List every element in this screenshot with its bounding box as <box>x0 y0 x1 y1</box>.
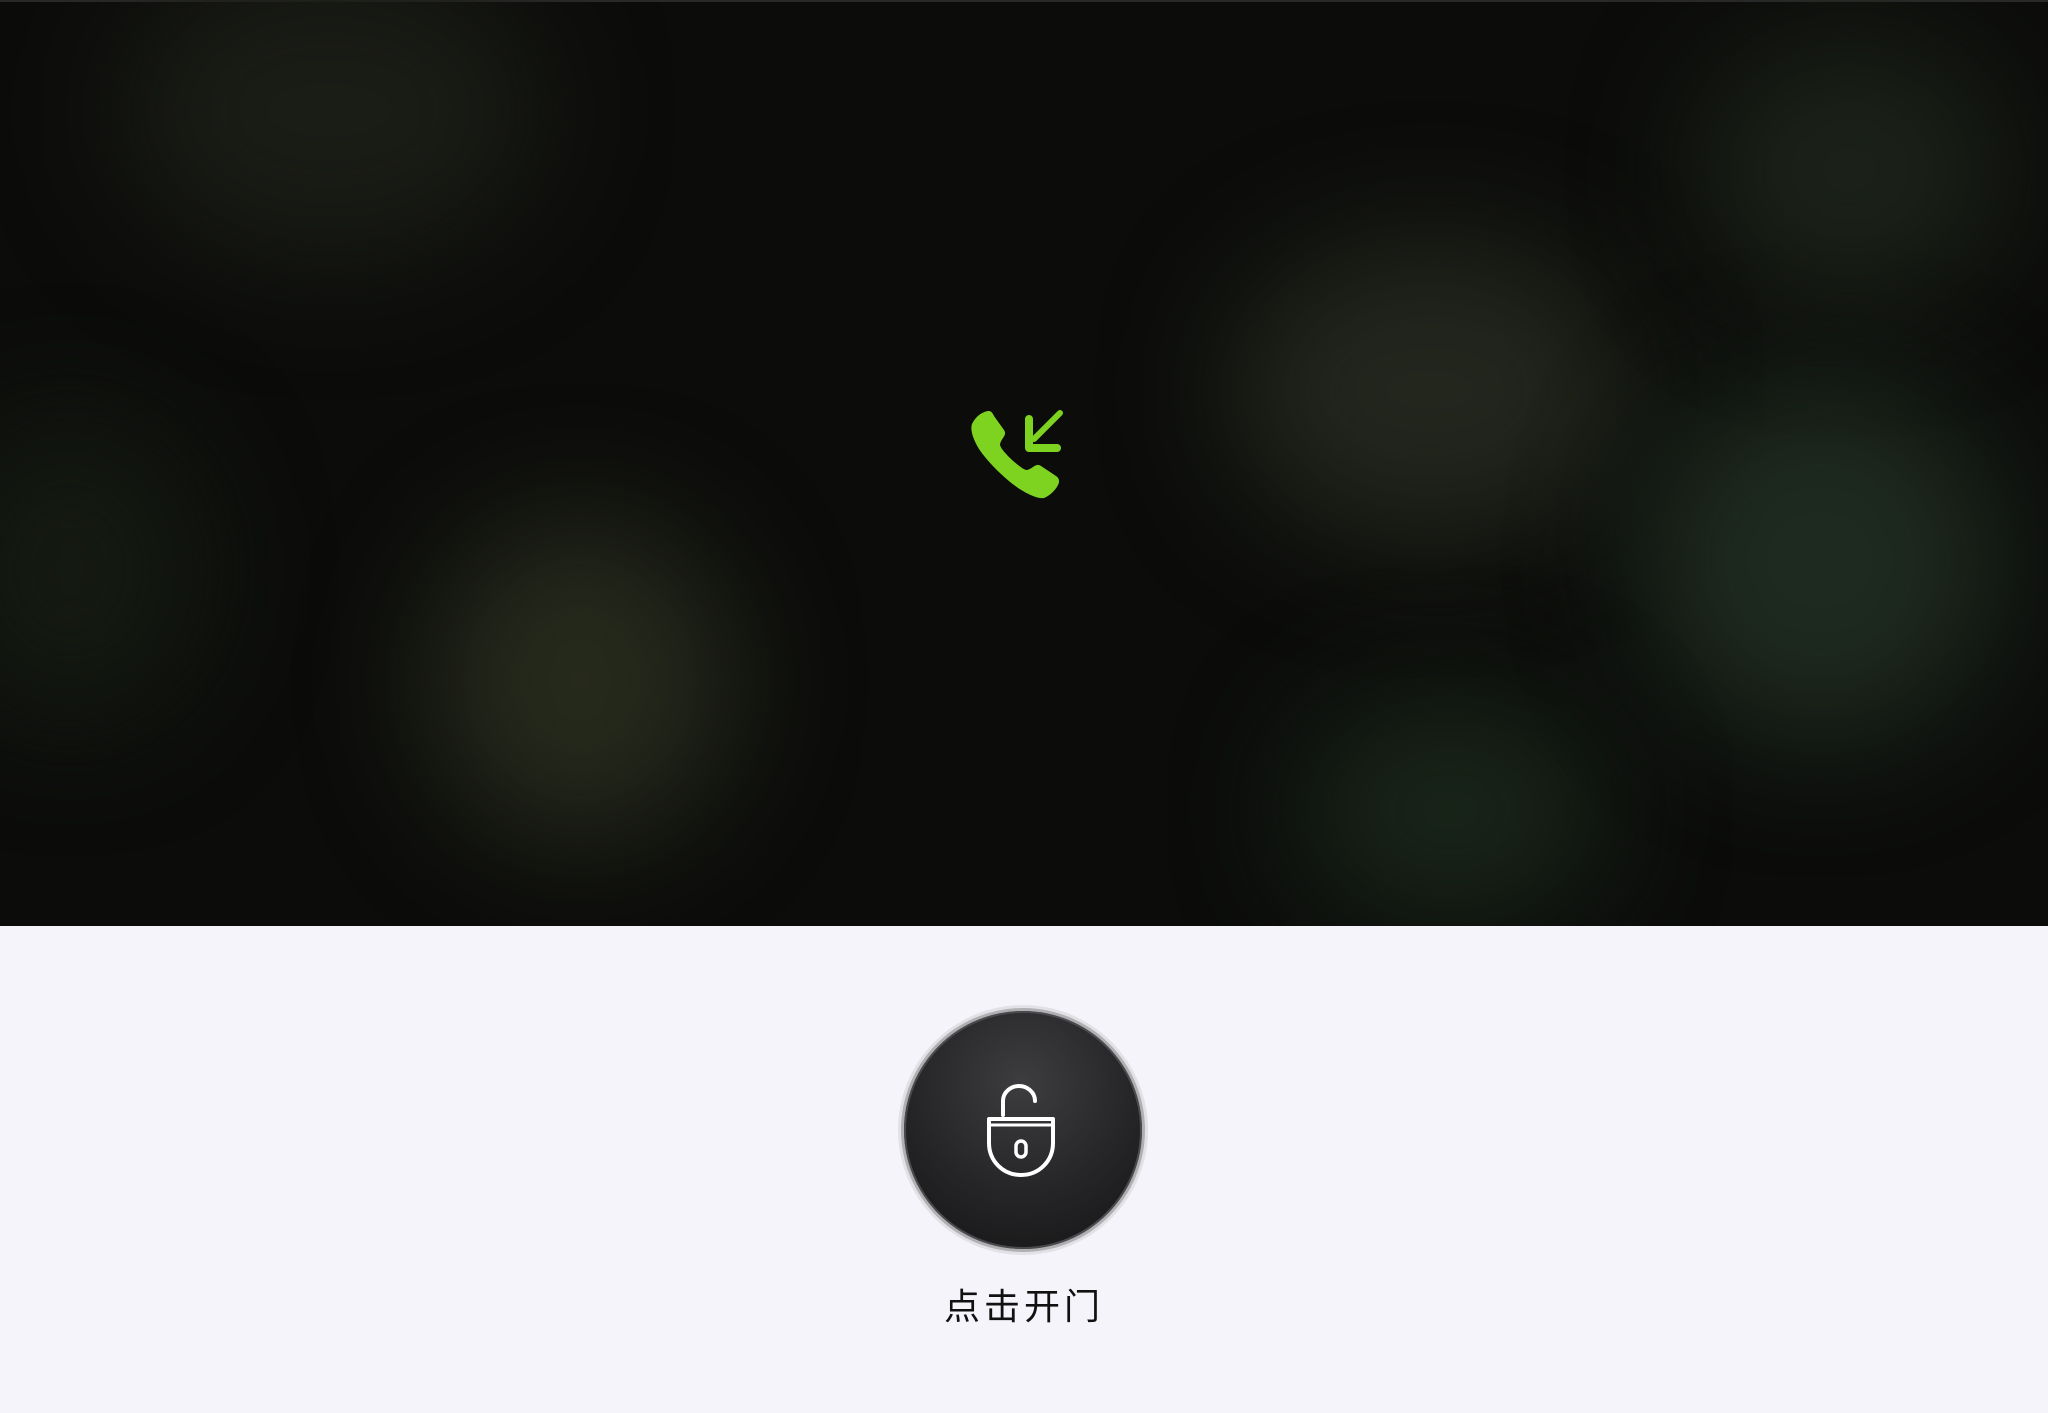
blurred-background-shape <box>120 0 540 260</box>
blurred-background-shape <box>1700 40 2000 300</box>
unlock-door-button[interactable] <box>904 1011 1142 1249</box>
video-preview <box>0 0 2048 926</box>
incoming-call-icon <box>971 410 1063 499</box>
door-intercom-app: 点击开门 <box>0 0 2048 1413</box>
unlock-label: 点击开门 <box>943 1287 1104 1328</box>
blurred-background-shape <box>1300 700 1600 920</box>
control-panel: 点击开门 <box>0 926 2048 1413</box>
blurred-background-shape <box>0 420 200 720</box>
blurred-background-shape <box>1230 240 1630 540</box>
blurred-background-shape <box>430 520 730 840</box>
blurred-background-shape <box>1640 380 2000 740</box>
unlocked-padlock-icon <box>987 1083 1055 1177</box>
